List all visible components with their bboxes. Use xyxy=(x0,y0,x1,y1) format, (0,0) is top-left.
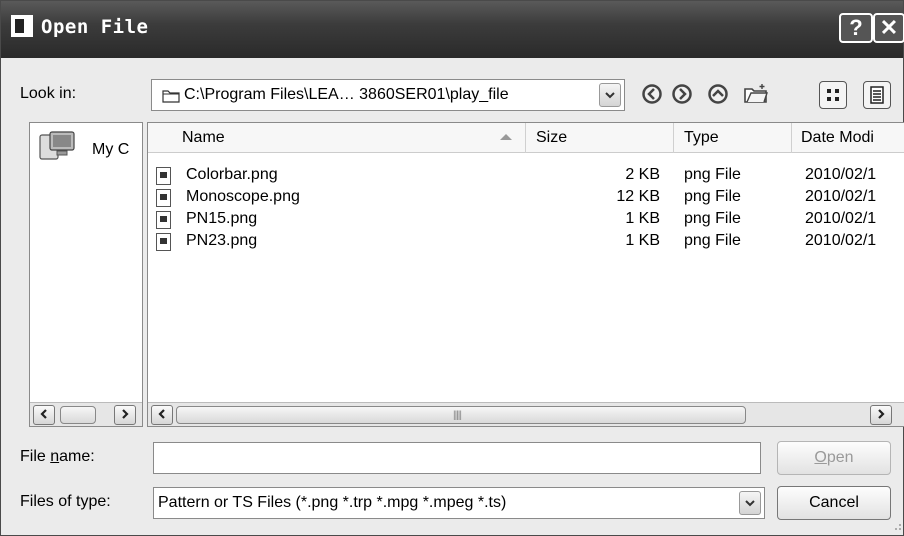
image-file-icon xyxy=(156,189,171,207)
file-list[interactable]: Name Size Type Date Modi Colorbar.png 2 … xyxy=(147,122,904,427)
scroll-thumb[interactable]: ||||| xyxy=(176,406,746,424)
look-in-dropdown[interactable]: C:\Program Files\LEA… 3860SER01\play_fil… xyxy=(151,79,625,111)
scroll-left-button[interactable] xyxy=(33,405,55,425)
file-row[interactable]: PN15.png 1 KB png File 2010/02/1 xyxy=(148,209,904,231)
file-name-input[interactable] xyxy=(153,442,761,474)
folder-icon xyxy=(162,90,180,103)
places-item-my-computer[interactable]: My C xyxy=(38,129,138,165)
file-type: png File xyxy=(684,210,741,227)
forward-icon[interactable] xyxy=(671,83,693,105)
file-size: 1 KB xyxy=(625,210,660,227)
column-header: Name Size Type Date Modi xyxy=(148,123,904,153)
details-view-icon xyxy=(870,86,884,104)
title-bar[interactable]: Open File ? ✕ xyxy=(1,1,904,58)
file-type-dropdown[interactable]: Pattern or TS Files (*.png *.trp *.mpg *… xyxy=(153,487,765,519)
open-file-dialog: Open File ? ✕ Look in: C:\Program Files\… xyxy=(0,0,904,536)
file-row[interactable]: PN23.png 1 KB png File 2010/02/1 xyxy=(148,231,904,253)
chevron-down-icon[interactable] xyxy=(739,491,761,515)
places-item-label: My C xyxy=(92,141,130,158)
open-button[interactable]: Open xyxy=(777,441,891,475)
help-button[interactable]: ? xyxy=(839,13,873,43)
file-size: 2 KB xyxy=(625,166,660,183)
file-name: PN23.png xyxy=(186,232,258,249)
image-file-icon xyxy=(156,233,171,251)
new-folder-icon[interactable] xyxy=(743,83,769,105)
column-size[interactable]: Size xyxy=(528,123,674,153)
file-date: 2010/02/1 xyxy=(805,232,877,249)
places-scrollbar[interactable] xyxy=(30,402,142,426)
my-computer-icon xyxy=(39,131,75,160)
list-view-button[interactable] xyxy=(819,81,847,109)
image-file-icon xyxy=(156,167,171,185)
file-name-label: File name: xyxy=(20,448,95,465)
file-type: png File xyxy=(684,166,741,183)
image-file-icon xyxy=(156,211,171,229)
file-date: 2010/02/1 xyxy=(805,166,877,183)
app-icon xyxy=(11,15,33,37)
file-name: PN15.png xyxy=(186,210,258,227)
column-date-modified[interactable]: Date Modi xyxy=(793,123,904,153)
file-type: png File xyxy=(684,188,741,205)
scroll-thumb[interactable] xyxy=(60,406,96,424)
file-type: png File xyxy=(684,232,741,249)
file-date: 2010/02/1 xyxy=(805,188,877,205)
sort-ascending-icon xyxy=(500,134,512,140)
scroll-right-button[interactable] xyxy=(114,405,136,425)
horizontal-scrollbar[interactable]: ||||| xyxy=(148,402,904,426)
list-view-icon xyxy=(827,89,839,101)
files-of-type-label: Files of type: xyxy=(20,493,111,510)
chevron-right-icon xyxy=(122,409,129,419)
grip-icon: ||||| xyxy=(453,410,462,421)
file-row[interactable]: Monoscope.png 12 KB png File 2010/02/1 xyxy=(148,187,904,209)
dialog-title: Open File xyxy=(41,16,149,38)
file-size: 12 KB xyxy=(616,188,660,205)
column-type[interactable]: Type xyxy=(676,123,792,153)
chevron-left-icon xyxy=(158,409,165,419)
look-in-label: Look in: xyxy=(20,85,77,102)
file-row[interactable]: Colorbar.png 2 KB png File 2010/02/1 xyxy=(148,165,904,187)
back-icon[interactable] xyxy=(641,83,663,105)
resize-grip-icon[interactable] xyxy=(891,522,903,534)
file-date: 2010/02/1 xyxy=(805,210,877,227)
chevron-right-icon xyxy=(878,409,885,419)
file-name: Monoscope.png xyxy=(186,188,300,205)
scroll-right-button[interactable] xyxy=(870,405,892,425)
file-size: 1 KB xyxy=(625,232,660,249)
details-view-button[interactable] xyxy=(863,81,891,109)
chevron-down-icon[interactable] xyxy=(599,83,621,107)
look-in-path: C:\Program Files\LEA… 3860SER01\play_fil… xyxy=(184,86,509,103)
file-type-selected: Pattern or TS Files (*.png *.trp *.mpg *… xyxy=(158,494,507,511)
scroll-left-button[interactable] xyxy=(151,405,173,425)
cancel-button[interactable]: Cancel xyxy=(777,486,891,520)
column-name[interactable]: Name xyxy=(148,123,526,153)
close-button[interactable]: ✕ xyxy=(873,13,904,43)
up-folder-icon[interactable] xyxy=(707,83,729,105)
places-bar: My C xyxy=(29,122,143,427)
chevron-left-icon xyxy=(40,409,47,419)
file-name: Colorbar.png xyxy=(186,166,278,183)
